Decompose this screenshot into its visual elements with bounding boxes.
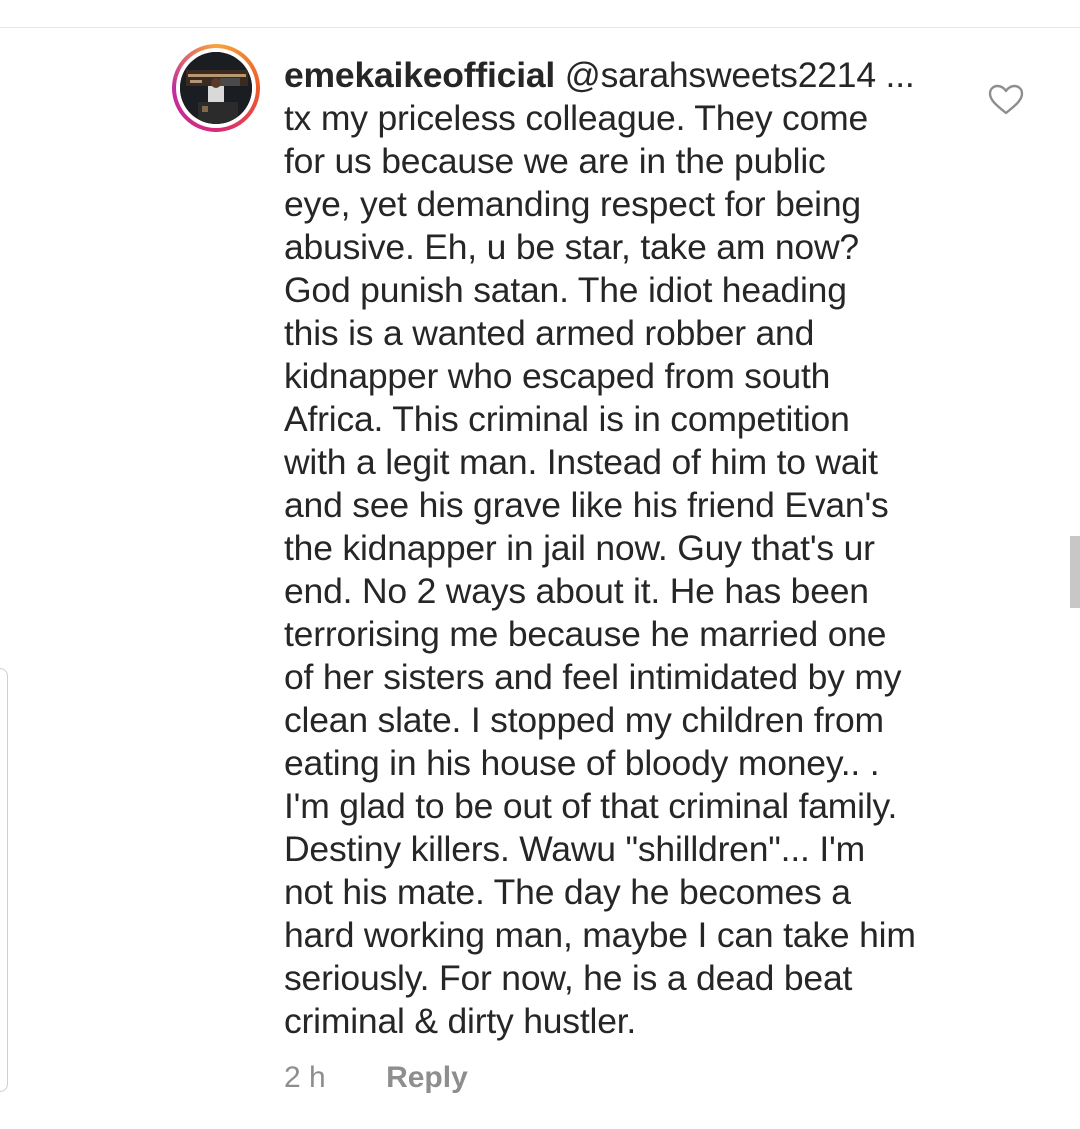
comment-line: kidnapper who escaped from south (284, 356, 831, 396)
comment-line: tx my priceless colleague. They come (284, 98, 869, 138)
comment-mention-suffix: ... (875, 55, 915, 95)
comment-line: clean slate. I stopped my children from (284, 700, 884, 740)
comment-line: the kidnapper in jail now. Guy that's ur (284, 528, 875, 568)
comment-line: criminal & dirty hustler. (284, 1001, 637, 1041)
avatar-photo (180, 52, 252, 124)
comment-timestamp: 2 h (284, 1061, 326, 1094)
comment-line: of her sisters and feel intimidated by m… (284, 657, 902, 697)
reply-button[interactable]: Reply (386, 1060, 468, 1096)
comment-line: I'm glad to be out of that criminal fami… (284, 786, 898, 826)
comment-line: eye, yet demanding respect for being (284, 184, 861, 224)
comment-first-line: emekaikeofficial @sarahsweets2214 ... (284, 54, 954, 97)
comment-mention[interactable]: @sarahsweets2214 (565, 55, 876, 95)
comment-line: this is a wanted armed robber and (284, 313, 815, 353)
avatar[interactable] (180, 52, 252, 124)
comment-line: with a legit man. Instead of him to wait (284, 442, 878, 482)
left-panel-edge (0, 668, 8, 1092)
comment-line: eating in his house of bloody money.. . (284, 743, 880, 783)
heart-outline-icon[interactable] (988, 84, 1024, 116)
comment-line: Destiny killers. Wawu "shilldren"... I'm (284, 829, 865, 869)
comment-line: seriously. For now, he is a dead beat (284, 958, 853, 998)
comment-line: end. No 2 ways about it. He has been (284, 571, 869, 611)
comment-username[interactable]: emekaikeofficial (284, 55, 555, 95)
comment-line: hard working man, maybe I can take him (284, 915, 916, 955)
comment-meta: 2 h Reply (284, 1060, 468, 1096)
comment-line: abusive. Eh, u be star, take am now? (284, 227, 859, 267)
comment-line: God punish satan. The idiot heading (284, 270, 847, 310)
comment-screen: emekaikeofficial @sarahsweets2214 ... tx… (0, 0, 1080, 1129)
comment-line: terrorising me because he married one (284, 614, 887, 654)
avatar-story-ring[interactable] (172, 44, 260, 132)
comment-line: Africa. This criminal is in competition (284, 399, 850, 439)
top-divider (0, 27, 1080, 28)
comment-line: not his mate. The day he becomes a (284, 872, 851, 912)
comment-line: and see his grave like his friend Evan's (284, 485, 889, 525)
comment-text: emekaikeofficial @sarahsweets2214 ... tx… (284, 54, 954, 1043)
comment-line: for us because we are in the public (284, 141, 826, 181)
scrollbar-thumb[interactable] (1070, 536, 1080, 608)
